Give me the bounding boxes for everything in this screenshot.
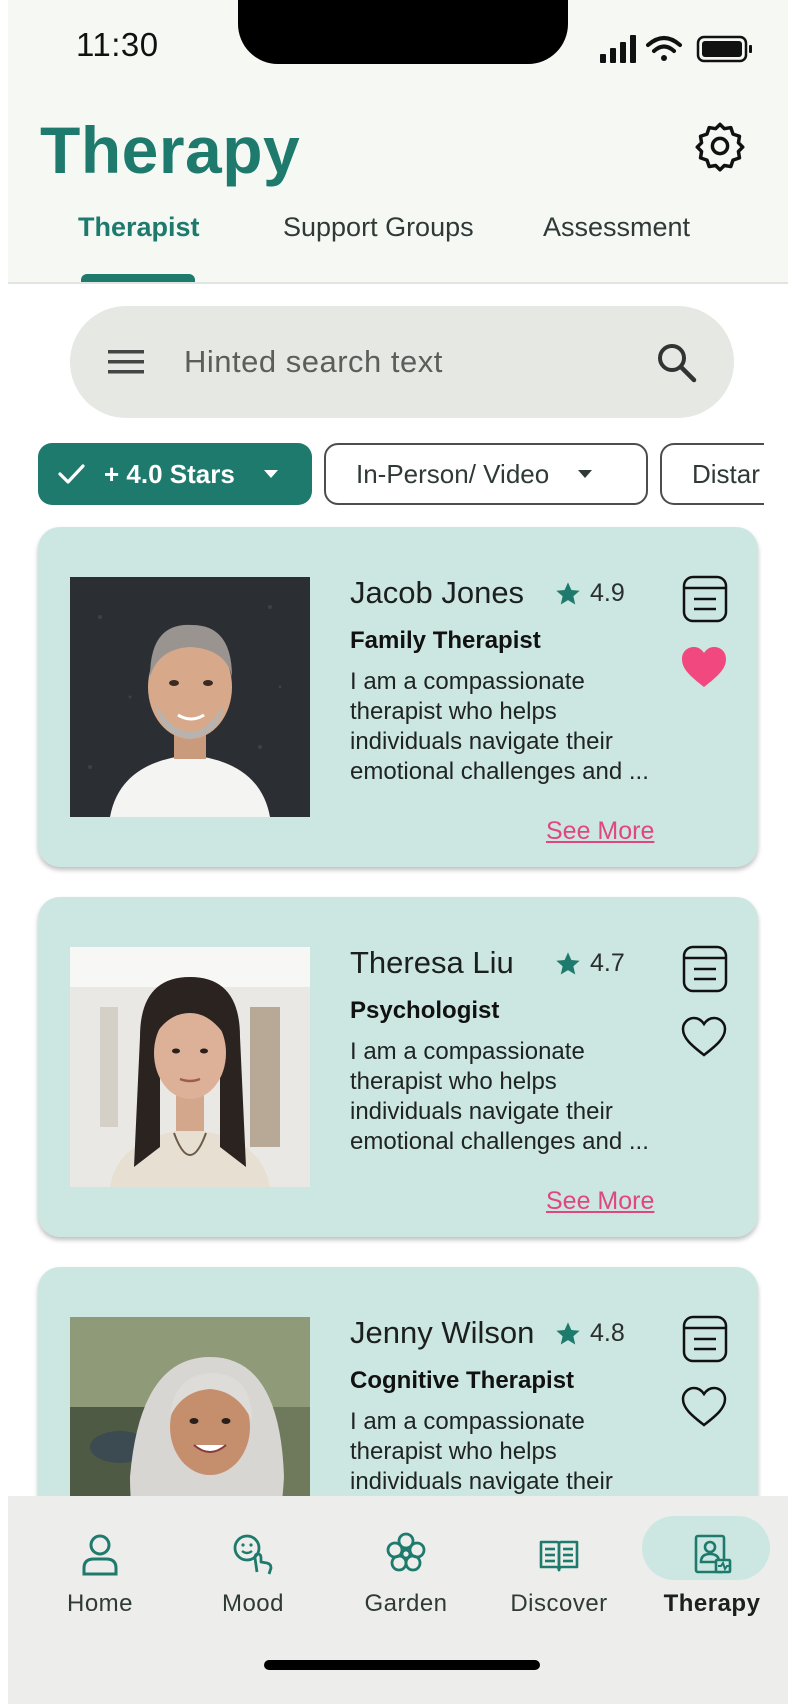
therapist-rating: 4.7: [554, 949, 625, 978]
wifi-icon: [646, 36, 682, 61]
book-icon: [539, 1540, 579, 1572]
check-icon: [58, 464, 85, 484]
notes-icon[interactable]: [682, 575, 728, 623]
filter-chip-rating[interactable]: + 4.0 Stars: [38, 443, 312, 505]
therapist-photo: [70, 947, 310, 1187]
description-line: individuals navigate their: [350, 1468, 613, 1495]
therapist-rating: 4.8: [554, 1319, 625, 1348]
heart-outline-icon[interactable]: [680, 1015, 728, 1059]
tab-support-groups[interactable]: Support Groups: [283, 212, 474, 243]
app-header: 11:30 Therapy Therapist Support Groups A…: [8, 0, 788, 284]
page-title: Therapy: [40, 113, 301, 187]
dropdown-arrow-icon: [263, 470, 278, 478]
therapist-role: Psychologist: [350, 997, 500, 1024]
star-icon: [556, 581, 580, 604]
search-bar[interactable]: [70, 306, 734, 418]
description-line: emotional challenges and ...: [350, 758, 649, 785]
description-line: I am a compassionate: [350, 1038, 585, 1065]
nav-label: Therapy: [663, 1590, 761, 1617]
description-line: therapist who helps: [350, 1438, 557, 1465]
heart-filled-icon[interactable]: [680, 645, 728, 689]
therapist-description: I am a compassionate therapist who helps…: [350, 667, 680, 787]
nav-label: Garden: [364, 1590, 448, 1617]
nav-label: Mood: [221, 1590, 285, 1617]
home-indicator: [264, 1660, 540, 1670]
nav-item-discover[interactable]: Discover: [489, 1516, 629, 1618]
notes-icon[interactable]: [682, 945, 728, 993]
search-input[interactable]: [182, 336, 636, 388]
status-time: 11:30: [76, 26, 159, 63]
description-line: I am a compassionate: [350, 1408, 585, 1435]
tab-assessment[interactable]: Assessment: [543, 212, 690, 243]
mood-icon: [233, 1534, 273, 1575]
flower-icon: [386, 1532, 426, 1572]
description-line: therapist who helps: [350, 1068, 557, 1095]
nav-label: Home: [66, 1590, 134, 1617]
description-line: individuals navigate their: [350, 1098, 613, 1125]
settings-gear-icon[interactable]: [694, 120, 746, 172]
filter-chip-clip: Distar: [660, 440, 764, 510]
rating-value: 4.7: [590, 949, 625, 977]
therapist-name: Jacob Jones: [350, 575, 525, 610]
filter-chip-label: + 4.0 Stars: [104, 458, 235, 489]
therapist-name: Theresa Liu: [350, 945, 514, 980]
therapist-photo: [70, 577, 310, 817]
status-icons: [600, 35, 752, 63]
notes-icon[interactable]: [682, 1315, 728, 1363]
therapist-card[interactable]: Jacob Jones 4.9 Family Therapist I am a …: [38, 527, 758, 867]
therapist-card[interactable]: Theresa Liu 4.7 Psychologist I am a comp…: [38, 897, 758, 1237]
tab-therapist[interactable]: Therapist: [78, 212, 200, 243]
heart-outline-icon[interactable]: [680, 1385, 728, 1429]
nav-item-mood[interactable]: Mood: [183, 1516, 323, 1618]
description-line: I am a compassionate: [350, 668, 585, 695]
description-line: individuals navigate their: [350, 728, 613, 755]
therapist-description: I am a compassionate therapist who helps…: [350, 1407, 680, 1497]
rating-value: 4.8: [590, 1319, 625, 1347]
star-icon: [556, 951, 580, 974]
filter-chip-label: In-Person/ Video: [356, 458, 550, 489]
search-icon[interactable]: [654, 340, 698, 384]
nav-item-garden[interactable]: Garden: [336, 1516, 476, 1618]
filter-chip-distance[interactable]: Distar: [660, 443, 764, 505]
star-icon: [556, 1321, 580, 1344]
nav-item-home[interactable]: Home: [30, 1516, 170, 1618]
dropdown-arrow-icon: [578, 470, 593, 478]
therapist-rating: 4.9: [554, 579, 625, 608]
therapist-description: I am a compassionate therapist who helps…: [350, 1037, 680, 1157]
device-notch: [238, 0, 568, 64]
description-line: emotional challenges and ...: [350, 1128, 649, 1155]
status-bar: 11:30: [8, 0, 788, 90]
therapist-name: Jenny Wilson: [350, 1315, 535, 1350]
phone-screen: 11:30 Therapy Therapist Support Groups A…: [8, 0, 788, 1704]
nav-item-therapy[interactable]: Therapy: [642, 1516, 782, 1618]
nav-label: Discover: [510, 1590, 608, 1617]
see-more-link[interactable]: See More: [546, 1187, 654, 1216]
person-icon: [82, 1534, 118, 1576]
filter-chip-label: Distar: [692, 458, 760, 489]
bottom-navigation: Home Mood Garden Discover Therapy: [8, 1496, 788, 1704]
battery-icon: [696, 35, 752, 63]
menu-icon[interactable]: [106, 342, 146, 382]
therapist-role: Cognitive Therapist: [350, 1367, 575, 1394]
filter-chip-session-type[interactable]: In-Person/ Video: [324, 443, 648, 505]
therapist-role: Family Therapist: [350, 627, 541, 654]
description-line: therapist who helps: [350, 698, 557, 725]
see-more-link[interactable]: See More: [546, 817, 654, 846]
therapy-icon: [694, 1534, 732, 1574]
signal-icon: [600, 35, 636, 63]
rating-value: 4.9: [590, 579, 625, 607]
active-tab-indicator: [81, 274, 195, 282]
